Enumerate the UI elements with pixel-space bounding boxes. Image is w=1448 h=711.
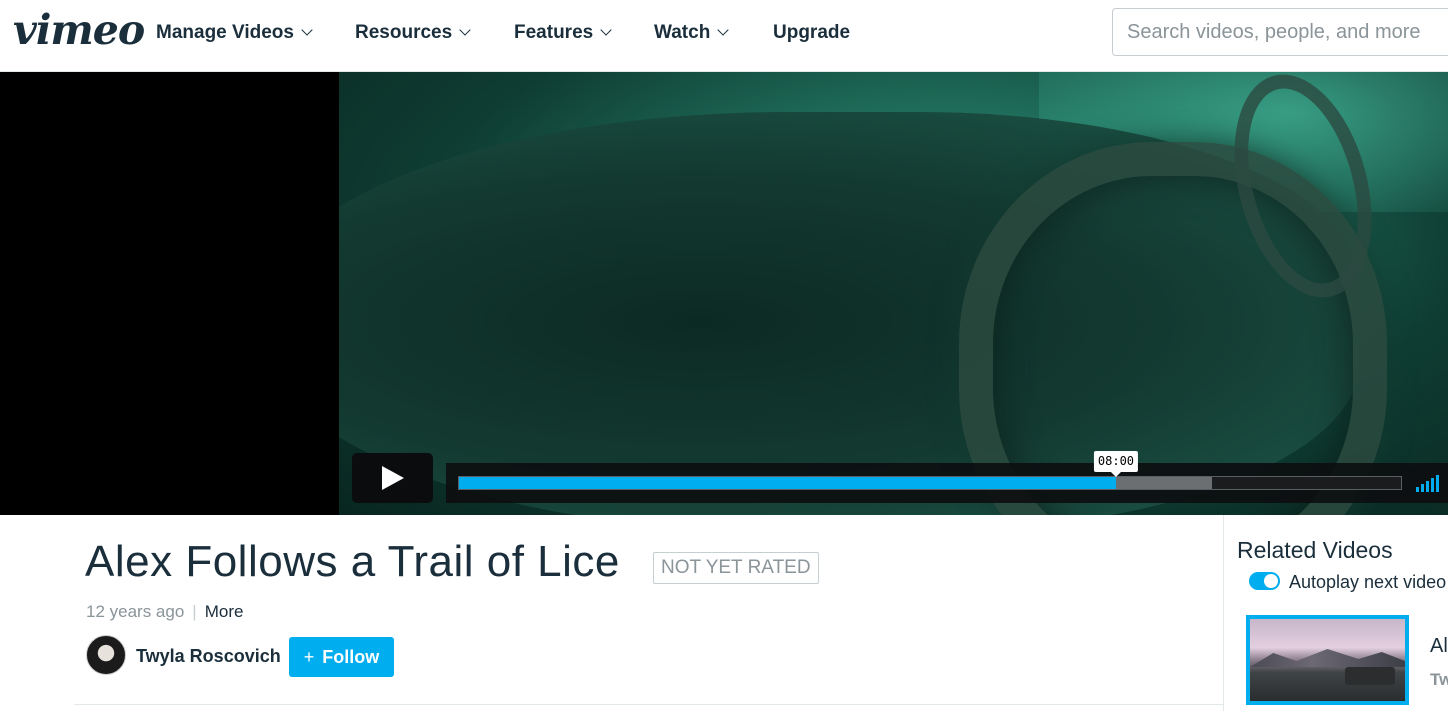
owner-name[interactable]: Twyla Roscovich [136, 646, 281, 667]
divider [74, 704, 1224, 705]
nav-features-label: Features [514, 22, 594, 43]
play-button[interactable] [352, 453, 433, 503]
upload-age: 12 years ago [86, 602, 185, 621]
meta-separator: | [192, 602, 197, 621]
autoplay-label[interactable]: Autoplay next video [1289, 572, 1446, 593]
volume-bar [1426, 481, 1429, 492]
nav-manage-videos[interactable]: Manage Videos [156, 22, 313, 44]
vimeo-logo[interactable]: vimeo [13, 6, 145, 54]
related-video-thumbnail[interactable] [1246, 615, 1409, 705]
chevron-down-icon [301, 24, 313, 36]
nav-manage-videos-label: Manage Videos [156, 22, 294, 43]
autoplay-toggle[interactable] [1249, 572, 1280, 590]
top-navigation: vimeo Manage Videos Resources Features W… [0, 0, 1448, 72]
toggle-knob [1264, 574, 1278, 588]
volume-bar [1421, 484, 1424, 492]
video-meta: 12 years ago | More [86, 602, 243, 622]
related-video-owner[interactable]: Tw [1430, 670, 1448, 690]
related-videos-title: Related Videos [1237, 537, 1393, 563]
play-icon [382, 466, 404, 490]
nav-watch[interactable]: Watch [654, 22, 729, 44]
video-frame[interactable] [339, 72, 1448, 515]
owner-avatar[interactable] [86, 635, 126, 675]
follow-label: Follow [322, 647, 380, 667]
chevron-down-icon [459, 24, 471, 36]
thumbnail-mountains [1250, 649, 1405, 667]
volume-bar [1416, 487, 1419, 492]
plus-icon: + [303, 647, 315, 667]
related-videos-panel: Related Videos Autoplay next video Al Tw [1223, 515, 1448, 711]
video-player[interactable] [0, 72, 1448, 515]
nav-watch-label: Watch [654, 22, 711, 43]
chevron-down-icon [717, 24, 729, 36]
progress-played [459, 477, 1116, 489]
nav-upgrade[interactable]: Upgrade [773, 22, 850, 44]
nav-upgrade-label: Upgrade [773, 22, 851, 43]
progress-bar[interactable] [458, 476, 1402, 490]
nav-features[interactable]: Features [514, 22, 612, 44]
volume-bar [1436, 475, 1439, 492]
chevron-down-icon [600, 24, 612, 36]
nav-resources-label: Resources [355, 22, 453, 43]
video-title: Alex Follows a Trail of Lice [85, 537, 620, 586]
thumbnail-truck [1345, 667, 1395, 685]
volume-bar [1431, 478, 1434, 492]
search-input[interactable] [1112, 8, 1448, 56]
follow-button[interactable]: + Follow [289, 637, 394, 677]
related-video-title[interactable]: Al [1430, 635, 1448, 658]
more-link[interactable]: More [205, 602, 244, 621]
hover-time-tooltip: 08:00 [1093, 451, 1139, 477]
rating-badge[interactable]: NOT YET RATED [653, 552, 819, 584]
nav-resources[interactable]: Resources [355, 22, 471, 44]
volume-icon[interactable] [1416, 474, 1446, 492]
